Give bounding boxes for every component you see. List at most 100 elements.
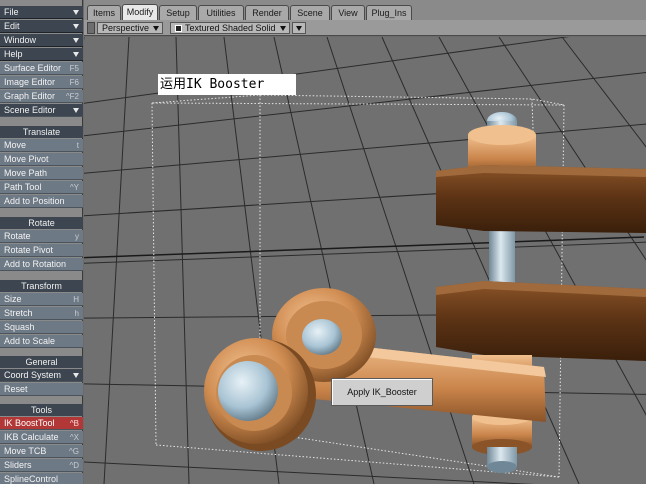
shortcut-key: ^G [69,447,79,456]
left-toolbar: File Edit Window Help Surface Editor F5 I… [0,0,83,484]
edit-menu-label: Edit [4,21,20,31]
chevron-down-icon [280,26,286,31]
viewport-scene [84,37,646,484]
button-label: Add to Rotation [4,259,67,269]
window-menu-label: Window [4,35,37,45]
grid-axis-line [84,236,645,259]
button-label: IK BoostTool [4,418,55,428]
add-to-scale-button[interactable]: Add to Scale [0,335,83,348]
button-label: Move Path [4,168,48,178]
help-menu[interactable]: Help [0,48,83,61]
button-label: Graph Editor [4,91,56,101]
image-editor-button[interactable]: Image Editor F6 [0,76,83,89]
coord-system-dropdown[interactable]: Coord System [0,369,83,382]
button-label: Add to Scale [4,336,56,346]
tab-items[interactable]: Items [87,5,121,20]
edit-menu[interactable]: Edit [0,20,83,33]
file-menu[interactable]: File [0,6,83,19]
stretch-button[interactable]: Stretch h [0,307,83,320]
shortcut-key: ^D [69,461,79,470]
tab-render[interactable]: Render [245,5,289,20]
view-mode-dropdown[interactable]: Perspective [97,22,163,34]
move-tcb-button[interactable]: Move TCB ^G [0,445,83,458]
perspective-viewport[interactable]: 运用IK Booster Apply IK_Booster [84,37,646,484]
chevron-down-icon [73,108,79,113]
shortcut-key: ^F2 [65,92,79,101]
size-button[interactable]: Size H [0,293,83,306]
file-menu-label: File [4,7,19,17]
button-label: Path Tool [4,182,42,192]
add-to-position-button[interactable]: Add to Position [0,195,83,208]
shading-icon [175,25,182,32]
viewport-header: Perspective Textured Shaded Solid [84,20,646,36]
group-transform-title: Transform [0,280,83,292]
chevron-down-icon [73,373,79,378]
button-label: Sliders [4,460,32,470]
shortcut-key: ^Y [69,183,79,192]
reset-button[interactable]: Reset [0,383,83,396]
tab-view[interactable]: View [331,5,365,20]
apply-ik-booster-button[interactable]: Apply IK_Booster [331,378,433,406]
button-label: Scene Editor [4,105,56,115]
tab-scene[interactable]: Scene [290,5,330,20]
group-tools-title: Tools [0,404,83,416]
move-button[interactable]: Move t [0,139,83,152]
button-label: Rotate [4,231,31,241]
viewport-grip-handle[interactable] [87,22,95,34]
button-label: Rotate Pivot [4,245,54,255]
chevron-down-icon [73,38,79,43]
button-label: Move [4,140,27,150]
chevron-down-icon [73,10,79,15]
ikb-calculate-button[interactable]: IKB Calculate ^X [0,431,83,444]
button-label: Add to Position [4,196,65,206]
button-label: Surface Editor [4,63,62,73]
button-label: Move Pivot [4,154,49,164]
button-label: Stretch [4,308,33,318]
chevron-down-icon [153,26,159,31]
shortcut-key: y [75,232,79,241]
shortcut-key: F5 [69,64,79,73]
view-mode-value: Perspective [102,23,150,33]
path-tool-button[interactable]: Path Tool ^Y [0,181,83,194]
shortcut-key: h [74,309,79,318]
front-steel-hub [218,361,278,421]
sliders-button[interactable]: Sliders ^D [0,459,83,472]
button-label: IKB Calculate [4,432,59,442]
shortcut-key: ^B [69,419,79,428]
button-label: Reset [4,384,28,394]
tab-modify[interactable]: Modify [122,4,158,20]
shading-mode-dropdown[interactable]: Textured Shaded Solid [170,22,290,34]
squash-button[interactable]: Squash [0,321,83,334]
chevron-down-icon [73,52,79,57]
tab-plug-ins[interactable]: Plug_Ins [366,5,412,20]
button-label: Move TCB [4,446,47,456]
ik-boost-tool-button[interactable]: IK BoostTool ^B [0,417,83,430]
move-path-button[interactable]: Move Path [0,167,83,180]
chevron-down-icon [73,24,79,29]
add-to-rotation-button[interactable]: Add to Rotation [0,258,83,271]
group-rotate-title: Rotate [0,217,83,229]
window-menu[interactable]: Window [0,34,83,47]
group-translate-title: Translate [0,126,83,138]
surface-editor-button[interactable]: Surface Editor F5 [0,62,83,75]
graph-editor-button[interactable]: Graph Editor ^F2 [0,90,83,103]
button-label: SplineControl [4,474,59,484]
move-pivot-button[interactable]: Move Pivot [0,153,83,166]
chevron-down-icon [296,26,302,31]
shading-mode-value: Textured Shaded Solid [185,23,276,33]
tutorial-caption: 运用IK Booster [158,74,296,95]
group-general-title: General [0,356,83,368]
help-menu-label: Help [4,49,23,59]
scene-editor-button[interactable]: Scene Editor [0,104,83,117]
rotate-pivot-button[interactable]: Rotate Pivot [0,244,83,257]
shortcut-key: ^X [69,433,79,442]
tab-setup[interactable]: Setup [159,5,197,20]
ground-grid [84,37,646,484]
tab-bar: Items Modify Setup Utilities Render Scen… [84,0,646,20]
spline-control-button[interactable]: SplineControl [0,473,83,484]
tab-utilities[interactable]: Utilities [198,5,244,20]
viewport-options-dropdown[interactable] [292,22,306,34]
rotate-button[interactable]: Rotate y [0,230,83,243]
shortcut-key: t [76,141,79,150]
button-label: Coord System [4,370,62,380]
